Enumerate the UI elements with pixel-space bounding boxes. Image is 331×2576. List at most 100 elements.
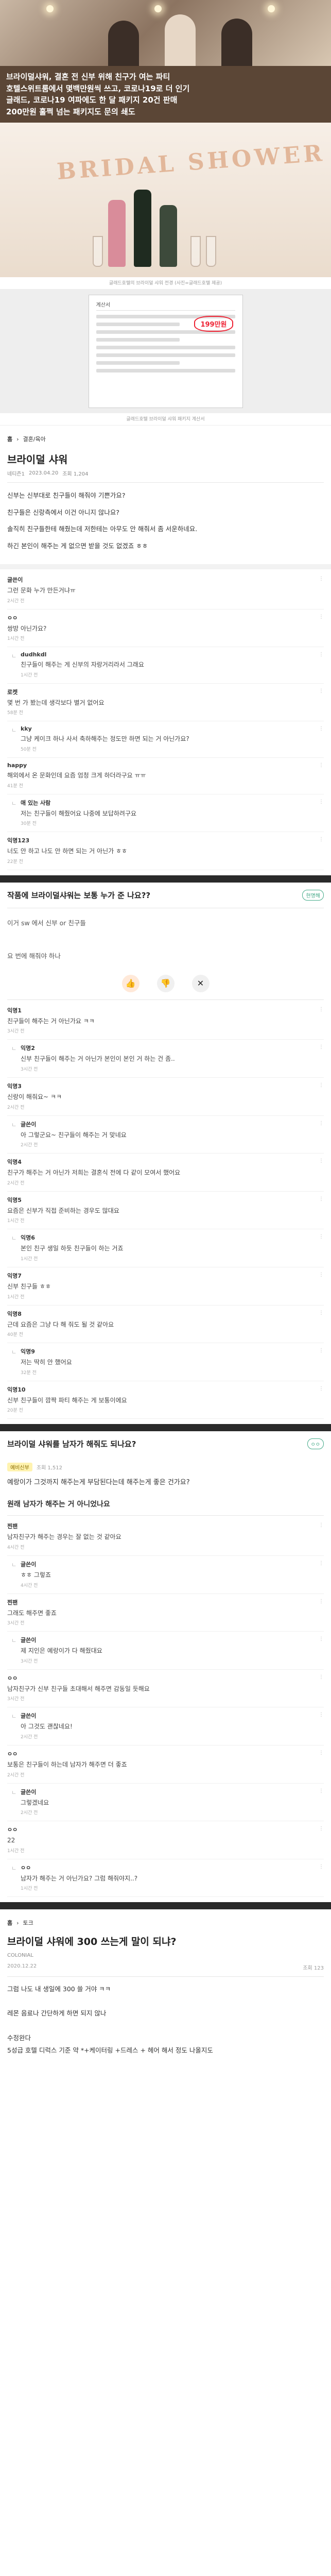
more-options-icon[interactable]: ⋮ (319, 799, 324, 805)
author-name[interactable]: 네티즌1 (7, 469, 25, 477)
breadcrumb-home[interactable]: 홈 (7, 1919, 12, 1927)
wine-bottle (160, 205, 177, 267)
article-caption: 브라이덜샤워, 결혼 전 신부 위해 친구가 여는 파티 호텔스위트룸에서 몇백… (0, 66, 331, 123)
comment-author[interactable]: 글쓴이 (21, 1120, 324, 1128)
comment-time: 50분 전 (21, 747, 37, 752)
breadcrumb-category[interactable]: 결혼/육아 (23, 435, 46, 443)
comment-author[interactable]: 익명1 (7, 1006, 324, 1014)
comment-text: 신부 친구들이 깜짝 파티 해주는 게 보통이에요 (7, 1396, 127, 1404)
comment-author[interactable]: 익명10 (7, 1385, 324, 1394)
more-options-icon[interactable]: ⋮ (319, 1386, 324, 1392)
comment-author[interactable]: 익명2 (21, 1044, 324, 1052)
breadcrumb-category[interactable]: 토크 (23, 1919, 33, 1927)
more-options-icon[interactable]: ⋮ (319, 1310, 324, 1316)
comment-author[interactable]: 글쓴이 (21, 1636, 324, 1644)
comment-author[interactable]: 익명5 (7, 1196, 324, 1204)
comment-item: 익명9 저는 딱히 안 했어요 32분 전 ⋮ (7, 1343, 324, 1381)
comment-author[interactable]: ㅇㅇ (21, 1863, 324, 1872)
comment-author[interactable]: 익명7 (7, 1272, 324, 1280)
more-options-icon[interactable]: ⋮ (319, 1234, 324, 1240)
post-header: 작품에 브라이덜샤워는 보통 누가 준 나요?? 현명해 (0, 883, 331, 908)
comment-author[interactable]: ㅇㅇ (7, 614, 324, 622)
board-badge[interactable]: 현명해 (302, 889, 324, 901)
more-options-icon[interactable]: ⋮ (319, 1348, 324, 1353)
comment-time: 3시간 전 (21, 1658, 38, 1664)
comment-author[interactable]: dudhkdl (21, 651, 324, 658)
more-options-icon[interactable]: ⋮ (319, 1522, 324, 1528)
more-options-icon[interactable]: ⋮ (319, 1121, 324, 1126)
more-options-icon[interactable]: ⋮ (319, 762, 324, 768)
comment-author[interactable]: 익명9 (21, 1347, 324, 1355)
more-options-icon[interactable]: ⋮ (319, 1272, 324, 1278)
post-title: 브라이덜 샤워에 300 쓰는게 말이 되냐? (7, 1936, 177, 1948)
more-options-icon[interactable]: ⋮ (319, 1044, 324, 1050)
comment-author[interactable]: 로켓 (7, 688, 324, 696)
comment-author[interactable]: ㅇㅇ (7, 1750, 324, 1758)
comment-author[interactable]: kky (21, 725, 324, 732)
comment-author[interactable]: 글쓴이 (21, 1711, 324, 1720)
balloon-lettering: BRIDAL SHOWER (56, 140, 326, 185)
more-options-icon[interactable]: ⋮ (319, 614, 324, 620)
bad-icon[interactable]: 👎 (156, 974, 175, 992)
comment-time: 2시간 전 (7, 1105, 25, 1110)
comment-item: 글쓴이 ㅎㅎ 그렇죠 4시간 전 ⋮ (7, 1556, 324, 1594)
more-options-icon[interactable]: ⋮ (319, 1196, 324, 1202)
more-options-icon[interactable]: ⋮ (319, 652, 324, 657)
post-time: 2023.04.20 (28, 470, 59, 476)
comment-list: 익명1친구들이 해주는 거 아닌가요 ㅋㅋ3시간 전⋮익명2신부 친구들이 해주… (0, 1000, 331, 1425)
good-icon[interactable]: 👍 (121, 974, 140, 992)
comment-time: 1시간 전 (21, 1886, 38, 1892)
comment-time: 22분 전 (7, 859, 23, 865)
comment-author[interactable]: 찐팬 (7, 1598, 324, 1606)
comment-author[interactable]: 익명6 (21, 1233, 324, 1242)
more-options-icon[interactable]: ⋮ (319, 1750, 324, 1756)
more-options-icon[interactable]: ⋮ (319, 688, 324, 694)
comment-time: 1시간 전 (7, 1218, 25, 1224)
comment-text: ㅎㅎ 그렇죠 (21, 1571, 51, 1579)
comment-author[interactable]: 글쓴이 (21, 1560, 324, 1568)
comment-text: 친구가 해주는 거 아닌가 저희는 결혼식 전에 다 같이 모여서 했어요 (7, 1169, 181, 1177)
chevron-right-icon: › (16, 435, 19, 443)
more-options-icon[interactable]: ⋮ (319, 576, 324, 582)
breadcrumb-home[interactable]: 홈 (7, 435, 12, 443)
more-options-icon[interactable]: ⋮ (319, 1007, 324, 1012)
author-name[interactable]: COLONIAL (7, 1953, 33, 1958)
comment-text: 몇 번 가 봤는데 생각보다 별거 없어요 (7, 699, 104, 706)
comment-author[interactable]: 익명123 (7, 836, 324, 844)
comment-author[interactable]: 애 있는 사람 (21, 799, 324, 807)
more-options-icon[interactable]: ⋮ (319, 1158, 324, 1164)
lamp-light (46, 5, 54, 12)
more-options-icon[interactable]: ⋮ (319, 1636, 324, 1642)
comment-list: 글쓴이그런 문화 누가 만든거냐ㅠ2시간 전⋮ㅇㅇ쌍방 아닌가요?1시간 전⋮d… (0, 569, 331, 875)
view-count: 조회 123 (303, 1965, 324, 1971)
board-badge[interactable]: ㅇㅇ (307, 1438, 324, 1450)
more-options-icon[interactable]: ⋮ (319, 1599, 324, 1604)
comment-author[interactable]: ㅇㅇ (7, 1825, 324, 1834)
more-options-icon[interactable]: ⋮ (319, 726, 324, 732)
more-options-icon[interactable]: ⋮ (319, 1561, 324, 1566)
more-options-icon[interactable]: ⋮ (319, 1788, 324, 1794)
comment-item: 찐팬 남자친구가 해주는 경우는 잘 없는 것 같아요 4시간 전 ⋮ (7, 1518, 324, 1556)
tag-label[interactable]: 예비신부 (7, 1463, 32, 1472)
wine-glass (190, 236, 201, 267)
more-options-icon[interactable]: ⋮ (319, 1082, 324, 1088)
comment-text: 요즘은 신부가 직접 준비하는 경우도 많대요 (7, 1207, 119, 1214)
more-options-icon[interactable]: ⋮ (319, 1712, 324, 1718)
more-options-icon[interactable]: ⋮ (319, 1674, 324, 1680)
wine-bottle (108, 200, 126, 267)
comment-author[interactable]: 글쓴이 (7, 575, 324, 584)
comment-author[interactable]: ㅇㅇ (7, 1674, 324, 1682)
comment-author[interactable]: 익명8 (7, 1310, 324, 1318)
more-options-icon[interactable]: ⋮ (319, 1826, 324, 1832)
comment-author[interactable]: 익명3 (7, 1082, 324, 1090)
wine-glass (93, 236, 103, 267)
comment-author[interactable]: 글쓴이 (21, 1788, 324, 1796)
comment-author[interactable]: 찐팬 (7, 1522, 324, 1530)
comment-author[interactable]: 익명4 (7, 1158, 324, 1166)
body-paragraph: 신부는 신부대로 친구들이 해줘야 기쁜가요? (7, 492, 126, 499)
more-options-icon[interactable]: ⋮ (319, 1864, 324, 1870)
comment-text: 친구들이 해주는 거 아닌가요 ㅋㅋ (7, 1017, 95, 1025)
more-options-icon[interactable]: ⋮ (319, 837, 324, 842)
comment-author[interactable]: happy (7, 762, 324, 769)
cross-icon[interactable]: ✕ (191, 974, 210, 992)
